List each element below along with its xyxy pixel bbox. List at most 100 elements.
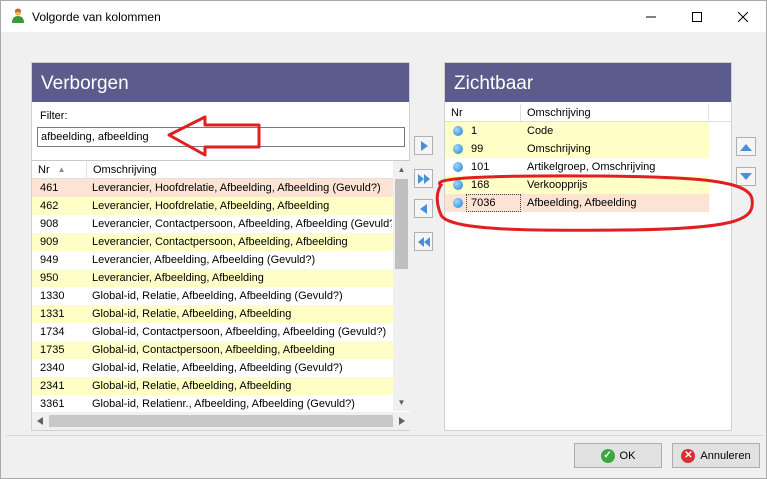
table-row[interactable]: 950 Leverancier, Afbeelding, Afbeelding	[32, 269, 410, 287]
arrow-up-icon	[740, 143, 752, 151]
column-bullet-icon	[453, 144, 463, 154]
row-description: Global-id, Relatie, Afbeelding, Afbeeldi…	[92, 380, 292, 392]
table-row[interactable]: 949 Leverancier, Afbeelding, Afbeelding (…	[32, 251, 410, 269]
move-left-button[interactable]	[414, 199, 433, 218]
row-nr: 101	[471, 161, 490, 173]
scroll-right-icon[interactable]	[399, 417, 405, 425]
column-header-omschrijving-label: Omschrijving	[93, 164, 157, 176]
grid-header: Nr ▲ Omschrijving	[32, 161, 410, 179]
row-description: Afbeelding, Afbeelding	[527, 197, 637, 209]
visible-columns-grid[interactable]: Nr Omschrijving 1 Code 99 Omschrijving 101 Ar…	[445, 104, 731, 430]
cancel-button-label: Annuleren	[700, 449, 751, 462]
filter-input[interactable]	[37, 127, 405, 147]
row-description: Leverancier, Hoofdrelatie, Afbeelding, A…	[92, 200, 330, 212]
check-icon: ✓	[600, 448, 615, 463]
move-up-button[interactable]	[736, 137, 756, 156]
row-nr: 461	[40, 182, 59, 194]
hidden-columns-panel: Verborgen Filter: Nr ▲ Omschrijving 461 Le…	[31, 62, 410, 431]
row-description: Global-id, Contactpersoon, Afbeelding, A…	[92, 344, 335, 356]
row-nr: 3361	[40, 398, 65, 410]
ok-button-label: OK	[619, 449, 636, 462]
table-row[interactable]: 7036 Afbeelding, Afbeelding	[445, 194, 709, 212]
table-row[interactable]: 1330 Global-id, Relatie, Afbeelding, Afbe…	[32, 287, 410, 305]
table-row[interactable]: 1734 Global-id, Contactpersoon, Afbeeldin…	[32, 323, 410, 341]
table-row[interactable]: 1 Code	[445, 122, 709, 140]
maximize-icon	[692, 11, 702, 22]
maximize-button[interactable]	[674, 1, 720, 32]
hidden-panel-header: Verborgen	[32, 63, 409, 102]
visible-rows: 1 Code 99 Omschrijving 101 Artikelgroep, Omsc…	[445, 122, 731, 212]
column-bullet-icon	[453, 198, 463, 208]
cancel-icon: ✕	[681, 448, 696, 463]
row-description: Omschrijving	[527, 143, 591, 155]
visible-panel-header: Zichtbaar	[445, 63, 731, 102]
row-description: Leverancier, Hoofdrelatie, Afbeelding, A…	[92, 182, 381, 194]
row-description: Global-id, Relatie, Afbeelding, Afbeeldi…	[92, 308, 292, 320]
table-row[interactable]: 462 Leverancier, Hoofdrelatie, Afbeelding…	[32, 197, 410, 215]
minimize-button[interactable]	[628, 1, 674, 32]
row-nr: 908	[40, 218, 59, 230]
table-row[interactable]: 99 Omschrijving	[445, 140, 709, 158]
window-title: Volgorde van kolommen	[32, 10, 161, 24]
cancel-button[interactable]: ✕ Annuleren	[672, 443, 760, 468]
dialog-window: Volgorde van kolommen Verborgen Filter: …	[0, 0, 767, 479]
table-row[interactable]: 2340 Global-id, Relatie, Afbeelding, Afbe…	[32, 359, 410, 377]
scroll-thumb[interactable]	[395, 179, 408, 269]
row-description: Leverancier, Afbeelding, Afbeelding (Gev…	[92, 254, 316, 266]
table-row[interactable]: 1331 Global-id, Relatie, Afbeelding, Afbe…	[32, 305, 410, 323]
move-right-button[interactable]	[414, 136, 433, 155]
ok-button[interactable]: ✓ OK	[574, 443, 662, 468]
column-header-omschrijving[interactable]: Omschrijving	[521, 104, 709, 122]
double-arrow-right-icon	[417, 173, 430, 184]
table-row[interactable]: 461 Leverancier, Hoofdrelatie, Afbeelding…	[32, 179, 410, 197]
table-row[interactable]: 908 Leverancier, Contactpersoon, Afbeeldi…	[32, 215, 410, 233]
row-nr: 909	[40, 236, 59, 248]
column-header-nr-label: Nr	[451, 107, 463, 119]
row-nr: 1734	[40, 326, 65, 338]
row-description: Global-id, Relatie, Afbeelding, Afbeeldi…	[92, 290, 343, 302]
scroll-down-icon[interactable]: ▼	[393, 394, 410, 411]
row-description: Leverancier, Afbeelding, Afbeelding	[92, 272, 264, 284]
table-row[interactable]: 2341 Global-id, Relatie, Afbeelding, Afbe…	[32, 377, 410, 395]
table-row[interactable]: 3361 Global-id, Relatienr., Afbeelding, A…	[32, 395, 410, 413]
move-all-left-button[interactable]	[414, 232, 433, 251]
horizontal-scrollbar[interactable]	[32, 412, 410, 430]
hidden-columns-grid[interactable]: Nr ▲ Omschrijving 461 Leverancier, Hoofdre…	[32, 160, 410, 413]
row-description: Global-id, Relatie, Afbeelding, Afbeeldi…	[92, 362, 343, 374]
table-row[interactable]: 1735 Global-id, Contactpersoon, Afbeeldin…	[32, 341, 410, 359]
row-nr: 168	[471, 179, 490, 191]
minimize-icon	[646, 16, 656, 17]
row-nr: 1330	[40, 290, 65, 302]
column-header-nr[interactable]: Nr ▲	[32, 161, 87, 179]
close-icon	[738, 11, 748, 22]
row-description: Leverancier, Contactpersoon, Afbeelding,…	[92, 236, 348, 248]
column-bullet-icon	[453, 180, 463, 190]
user-icon	[12, 8, 24, 23]
scroll-up-icon[interactable]: ▲	[393, 161, 410, 178]
column-header-nr[interactable]: Nr	[445, 104, 521, 122]
close-button[interactable]	[720, 1, 766, 32]
table-row[interactable]: 909 Leverancier, Contactpersoon, Afbeeldi…	[32, 233, 410, 251]
column-bullet-icon	[453, 126, 463, 136]
table-row[interactable]: 168 Verkoopprijs	[445, 176, 709, 194]
column-header-nr-label: Nr	[38, 164, 50, 176]
vertical-scrollbar[interactable]: ▲ ▼	[393, 161, 410, 411]
table-row[interactable]: 101 Artikelgroep, Omschrijving	[445, 158, 709, 176]
move-down-button[interactable]	[736, 167, 756, 186]
row-description: Leverancier, Contactpersoon, Afbeelding,…	[92, 218, 392, 230]
row-nr: 1	[471, 125, 478, 137]
column-header-omschrijving-label: Omschrijving	[527, 107, 591, 119]
visible-columns-panel: Zichtbaar Nr Omschrijving 1 Code 99 Omschri…	[444, 62, 732, 431]
double-arrow-left-icon	[417, 236, 430, 247]
row-description: Code	[527, 125, 554, 137]
scroll-left-icon[interactable]	[37, 417, 43, 425]
horizontal-scroll-thumb[interactable]	[49, 415, 393, 427]
row-description: Global-id, Relatienr., Afbeelding, Afbee…	[92, 398, 355, 410]
row-nr: 1735	[40, 344, 65, 356]
move-all-right-button[interactable]	[414, 169, 433, 188]
footer-divider	[6, 435, 763, 436]
row-description: Verkoopprijs	[527, 179, 588, 191]
column-header-omschrijving[interactable]: Omschrijving	[87, 161, 393, 179]
filter-label: Filter:	[40, 110, 68, 122]
row-nr: 1331	[40, 308, 65, 320]
